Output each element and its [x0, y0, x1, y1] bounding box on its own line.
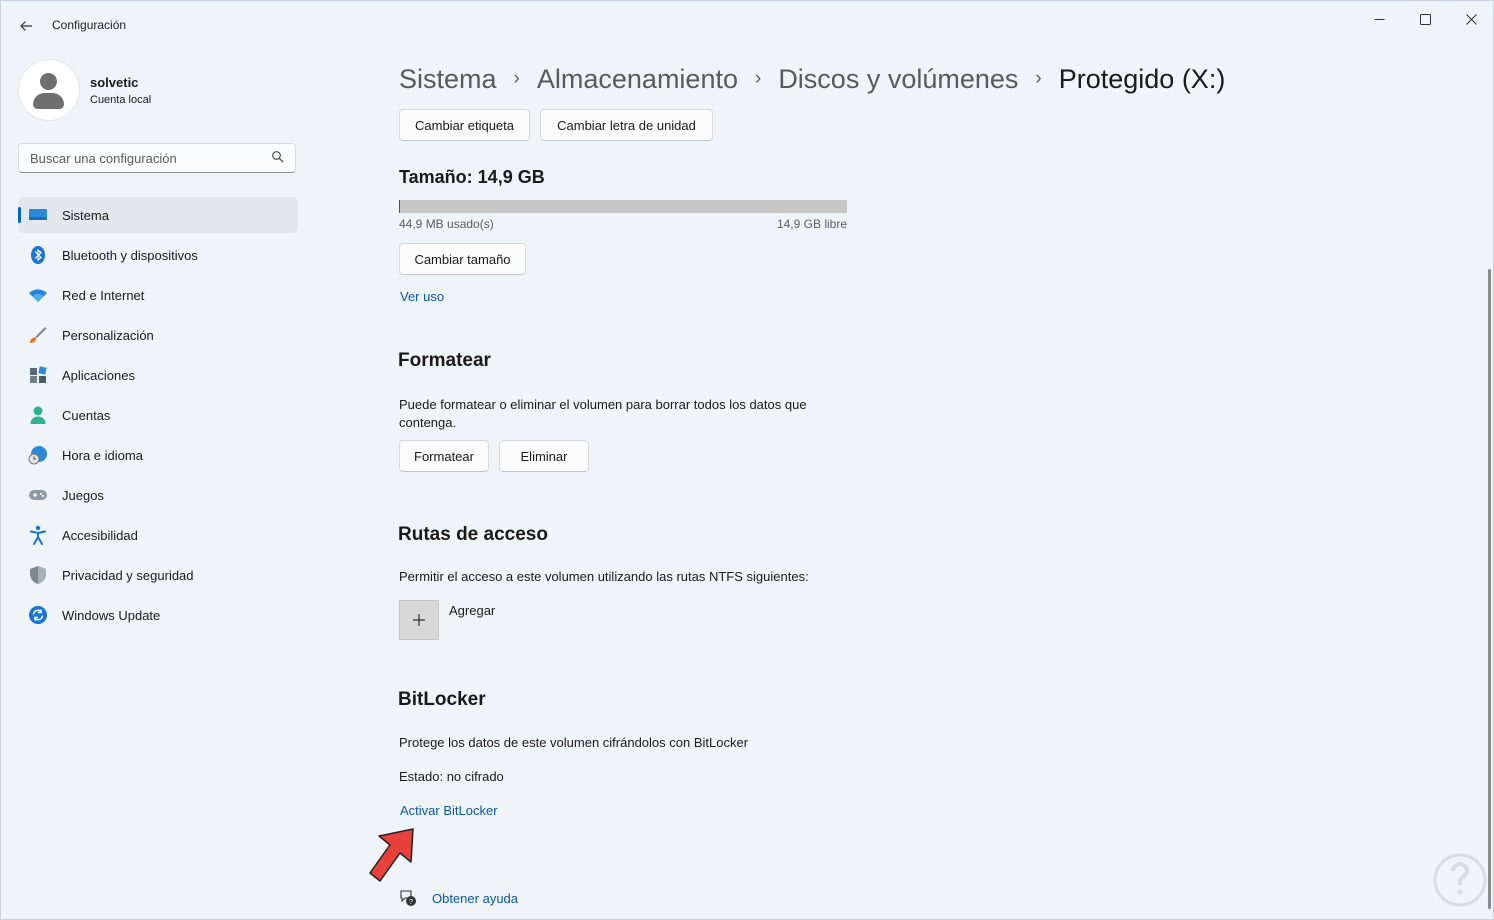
- change-label-button[interactable]: Cambiar etiqueta: [399, 109, 530, 141]
- wifi-icon: [29, 289, 47, 302]
- close-button[interactable]: [1448, 1, 1494, 37]
- maximize-button[interactable]: [1402, 1, 1448, 37]
- account-type: Cuenta local: [90, 94, 152, 106]
- free-space-label: 14,9 GB libre: [776, 217, 847, 231]
- sidebar-item-label: Red e Internet: [62, 288, 145, 303]
- sidebar-item-privacidad[interactable]: Privacidad y seguridad: [18, 557, 298, 593]
- maximize-icon: [1419, 13, 1431, 25]
- sidebar-item-hora[interactable]: Hora e idioma: [18, 437, 298, 473]
- monitor-icon: [29, 209, 47, 220]
- search-input[interactable]: [28, 150, 267, 167]
- sidebar-item-cuentas[interactable]: Cuentas: [18, 397, 298, 433]
- avatar[interactable]: [18, 59, 80, 121]
- sidebar-item-label: Accesibilidad: [62, 528, 138, 543]
- close-icon: [1465, 13, 1477, 25]
- bitlocker-status: Estado: no cifrado: [399, 769, 504, 784]
- sidebar-item-accesibilidad[interactable]: Accesibilidad: [18, 517, 298, 553]
- size-title: Tamaño: 14,9 GB: [399, 167, 545, 187]
- update-icon: [29, 606, 47, 624]
- help-icon: ?: [400, 890, 416, 906]
- plus-icon: [413, 614, 425, 626]
- scrollbar[interactable]: [1488, 269, 1491, 909]
- globe-clock-icon: [28, 446, 47, 465]
- sidebar-item-aplicaciones[interactable]: Aplicaciones: [18, 357, 298, 393]
- sidebar-item-label: Juegos: [62, 488, 104, 503]
- activate-bitlocker-link[interactable]: Activar BitLocker: [400, 803, 498, 818]
- minimize-button[interactable]: [1356, 1, 1402, 37]
- gamepad-icon: [29, 490, 47, 500]
- breadcrumb-discos[interactable]: Discos y volúmenes: [778, 64, 1018, 95]
- view-usage-link[interactable]: Ver uso: [400, 289, 444, 304]
- sidebar-item-label: Aplicaciones: [62, 368, 135, 383]
- change-drive-letter-button[interactable]: Cambiar letra de unidad: [540, 109, 713, 141]
- sidebar-item-label: Privacidad y seguridad: [62, 568, 194, 583]
- format-description: Puede formatear o eliminar el volumen pa…: [399, 397, 807, 430]
- usage-bar-fill: [399, 200, 401, 213]
- avatar-head: [40, 73, 57, 90]
- sidebar-item-juegos[interactable]: Juegos: [18, 477, 298, 513]
- bitlocker-description: Protege los datos de este volumen cifrán…: [399, 735, 749, 750]
- breadcrumb-separator: ›: [513, 68, 520, 89]
- format-heading: Formatear: [398, 350, 491, 371]
- sidebar-item-windows-update[interactable]: Windows Update: [18, 597, 298, 633]
- sidebar-item-bluetooth[interactable]: Bluetooth y dispositivos: [18, 237, 298, 273]
- search-box[interactable]: [18, 143, 296, 173]
- sidebar-item-label: Personalización: [62, 328, 154, 343]
- sidebar-item-red[interactable]: Red e Internet: [18, 277, 298, 313]
- sidebar-item-personalizacion[interactable]: Personalización: [18, 317, 298, 353]
- sidebar-item-label: Cuentas: [62, 408, 111, 423]
- get-help-link[interactable]: Obtener ayuda: [432, 891, 518, 906]
- format-button[interactable]: Formatear: [399, 440, 489, 472]
- minimize-icon: [1374, 18, 1384, 20]
- breadcrumb: Sistema › Almacenamiento › Discos y volú…: [399, 59, 1225, 99]
- bitlocker-heading: BitLocker: [398, 689, 486, 710]
- shield-icon: [30, 566, 46, 584]
- back-arrow-icon: [20, 21, 32, 31]
- red-arrow-icon: [369, 828, 414, 882]
- brush-icon: [30, 327, 47, 343]
- accessibility-icon: [30, 525, 46, 545]
- breadcrumb-almacenamiento[interactable]: Almacenamiento: [537, 64, 738, 95]
- settings-window: Configuración solvetic Cuenta local Sist…: [0, 0, 1494, 920]
- avatar-body: [33, 93, 64, 109]
- person-icon: [30, 406, 46, 424]
- back-button[interactable]: [13, 13, 39, 39]
- svg-text:?: ?: [409, 899, 413, 906]
- usage-bar: [399, 200, 847, 213]
- breadcrumb-separator: ›: [754, 68, 762, 89]
- add-path-button[interactable]: [399, 600, 439, 640]
- resize-button[interactable]: Cambiar tamaño: [399, 243, 526, 275]
- sidebar-item-label: Bluetooth y dispositivos: [62, 248, 198, 263]
- paths-description: Permitir el acceso a este volumen utiliz…: [399, 569, 809, 584]
- sidebar-item-sistema[interactable]: Sistema: [18, 197, 298, 233]
- bluetooth-icon: [31, 246, 45, 264]
- title-bar: Configuración: [1, 1, 1493, 47]
- breadcrumb-separator: ›: [1035, 68, 1042, 89]
- paths-heading: Rutas de acceso: [398, 524, 548, 545]
- app-title: Configuración: [52, 18, 127, 32]
- page-title: Protegido (X:): [1058, 63, 1226, 94]
- sidebar-item-label: Windows Update: [62, 608, 161, 623]
- add-path-label[interactable]: Agregar: [449, 603, 495, 618]
- breadcrumb-sistema[interactable]: Sistema: [399, 64, 497, 95]
- sidebar-nav: Sistema Bluetooth y dispositivos Red e I…: [18, 197, 298, 637]
- user-name: solvetic: [90, 75, 139, 90]
- search-icon[interactable]: [271, 150, 285, 164]
- delete-button[interactable]: Eliminar: [499, 440, 589, 472]
- used-space-label: 44,9 MB usado(s): [399, 217, 494, 231]
- sidebar-item-label: Hora e idioma: [62, 448, 143, 463]
- apps-icon: [30, 366, 47, 383]
- sidebar-item-label: Sistema: [62, 208, 109, 223]
- watermark-logo-icon: [1433, 853, 1487, 907]
